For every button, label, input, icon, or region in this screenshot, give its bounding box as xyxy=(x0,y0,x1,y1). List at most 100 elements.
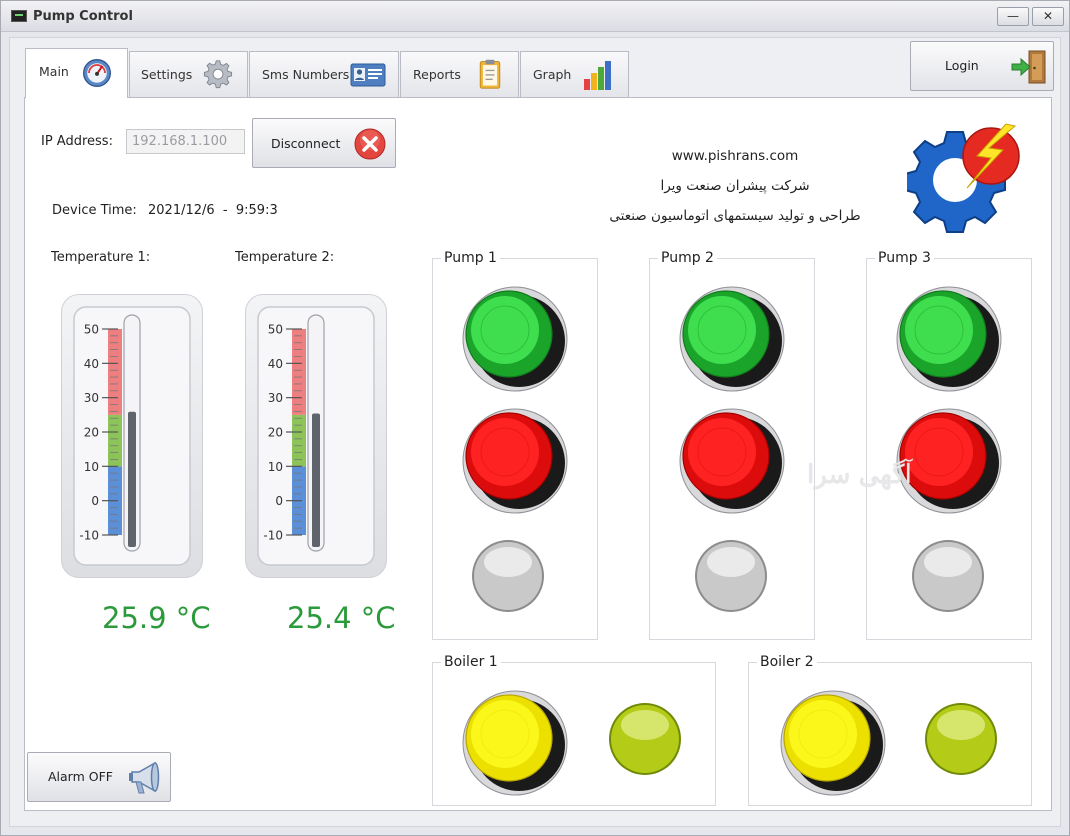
thermometer-2-gauge: 50 40 30 20 10 0 -10 xyxy=(257,306,375,566)
scale-tick-label: 10 xyxy=(84,460,99,474)
tab-graph-label: Graph xyxy=(533,67,572,82)
temperature-1-value: 25.9 °C xyxy=(102,601,211,635)
disconnect-label: Disconnect xyxy=(271,136,341,151)
gear-icon xyxy=(203,60,233,89)
company-website: www.pishrans.com xyxy=(671,148,799,164)
scale-tick-label: 50 xyxy=(268,323,283,337)
pump-3-group: Pump 3 xyxy=(866,250,1032,640)
bar-graph-icon xyxy=(584,61,611,90)
gear-lightning-logo-icon xyxy=(907,123,1020,233)
scale-tick-label: 10 xyxy=(268,460,283,474)
megaphone-icon xyxy=(129,761,160,794)
tab-main-label: Main xyxy=(39,64,69,79)
speedometer-icon xyxy=(83,59,111,87)
app-icon xyxy=(11,10,27,22)
push-button-graphic xyxy=(679,408,785,514)
push-button-graphic xyxy=(462,408,568,514)
push-button-graphic xyxy=(679,286,785,392)
disconnect-button[interactable]: Disconnect xyxy=(252,118,396,168)
scale-band-2 xyxy=(108,329,122,415)
thermometer-1-gauge: 50 40 30 20 10 0 -10 xyxy=(73,306,191,566)
pump-1-title: Pump 1 xyxy=(441,250,500,266)
boiler-2-status-lamp xyxy=(923,701,999,781)
close-circle-icon xyxy=(354,128,386,160)
tab-reports[interactable]: Reports xyxy=(400,51,519,97)
pump-1-status-lamp xyxy=(470,538,546,618)
company-tagline: طراحی و تولید سیستمهای اتوماسیون صنعتی xyxy=(609,208,861,224)
login-label: Login xyxy=(945,58,979,73)
title-bar: Pump Control — ✕ xyxy=(1,1,1069,32)
window-title: Pump Control xyxy=(33,9,133,24)
thermometer-level xyxy=(128,411,136,547)
temperature-2-value: 25.4 °C xyxy=(287,601,396,635)
pump-2-title: Pump 2 xyxy=(658,250,717,266)
content-area: Main Settings Sms Numbers Reports Graph … xyxy=(9,37,1061,827)
watermark-text: آگهی سرا xyxy=(807,460,912,490)
close-button[interactable]: ✕ xyxy=(1032,7,1064,26)
tab-graph[interactable]: Graph xyxy=(520,51,629,97)
pump-3-start-button[interactable] xyxy=(893,283,1003,397)
tab-reports-label: Reports xyxy=(413,67,461,82)
scale-tick-label: 50 xyxy=(84,323,99,337)
lamp-on-graphic xyxy=(925,703,997,775)
scale-tick-label: 0 xyxy=(91,494,99,508)
tab-settings-label: Settings xyxy=(141,67,193,82)
scale-band-1 xyxy=(292,414,306,467)
tab-sms-numbers-label: Sms Numbers xyxy=(262,67,350,82)
lamp-on-graphic xyxy=(609,703,681,775)
boiler-2-group: Boiler 2 xyxy=(748,654,1032,806)
temperature-2-label: Temperature 2: xyxy=(235,250,335,265)
scale-tick-label: 30 xyxy=(268,391,283,405)
scale-tick-label: 30 xyxy=(84,391,99,405)
scale-tick-label: 40 xyxy=(268,357,283,371)
minimize-button[interactable]: — xyxy=(997,7,1029,26)
pump-2-status-lamp xyxy=(693,538,769,618)
pump-2-group: Pump 2 xyxy=(649,250,815,640)
pump-2-stop-button[interactable] xyxy=(676,405,786,519)
thermometer-1: 50 40 30 20 10 0 -10 xyxy=(61,294,203,578)
pump-1-group: Pump 1 xyxy=(432,250,598,640)
boiler-1-title: Boiler 1 xyxy=(441,654,501,670)
app-window: Pump Control — ✕ Main Settings Sms Numbe… xyxy=(0,0,1070,836)
pump-1-stop-button[interactable] xyxy=(459,405,569,519)
tab-sms-numbers[interactable]: Sms Numbers xyxy=(249,51,399,97)
tab-settings[interactable]: Settings xyxy=(129,51,248,97)
alarm-label: Alarm OFF xyxy=(48,769,113,784)
scale-tick-label: -10 xyxy=(79,529,99,543)
device-time-label: Device Time: xyxy=(52,203,137,218)
lamp-off-graphic xyxy=(912,540,984,612)
push-button-graphic xyxy=(462,690,568,796)
contact-card-icon xyxy=(350,63,386,87)
pump-1-start-button[interactable] xyxy=(459,283,569,397)
lamp-off-graphic xyxy=(472,540,544,612)
lamp-off-graphic xyxy=(695,540,767,612)
company-name: شرکت پیشران صنعت ویرا xyxy=(660,178,810,194)
ip-address-field[interactable]: 192.168.1.100 xyxy=(126,129,245,154)
scale-tick-label: 20 xyxy=(268,426,283,440)
device-time-value: 2021/12/6 - 9:59:3 xyxy=(148,203,278,218)
scale-band-1 xyxy=(108,414,122,467)
login-button[interactable]: Login xyxy=(910,41,1054,91)
tab-main[interactable]: Main xyxy=(25,48,128,98)
temperature-1-label: Temperature 1: xyxy=(51,250,151,265)
boiler-1-group: Boiler 1 xyxy=(432,654,716,806)
scale-tick-label: 40 xyxy=(84,357,99,371)
boiler-1-button[interactable] xyxy=(459,687,569,801)
thermometer-level xyxy=(312,413,320,547)
boiler-2-title: Boiler 2 xyxy=(757,654,817,670)
thermometer-2: 50 40 30 20 10 0 -10 xyxy=(245,294,387,578)
ip-address-label: IP Address: xyxy=(41,134,113,149)
main-panel: IP Address: 192.168.1.100 Disconnect Dev… xyxy=(24,97,1052,811)
door-enter-icon xyxy=(1011,50,1046,84)
pump-3-status-lamp xyxy=(910,538,986,618)
clipboard-icon xyxy=(479,59,501,89)
boiler-2-button[interactable] xyxy=(777,687,887,801)
push-button-graphic xyxy=(896,286,1002,392)
scale-tick-label: 0 xyxy=(275,494,283,508)
pump-2-start-button[interactable] xyxy=(676,283,786,397)
scale-tick-label: 20 xyxy=(84,426,99,440)
alarm-button[interactable]: Alarm OFF xyxy=(27,752,171,802)
scale-band-2 xyxy=(292,329,306,415)
push-button-graphic xyxy=(462,286,568,392)
pump-3-title: Pump 3 xyxy=(875,250,934,266)
